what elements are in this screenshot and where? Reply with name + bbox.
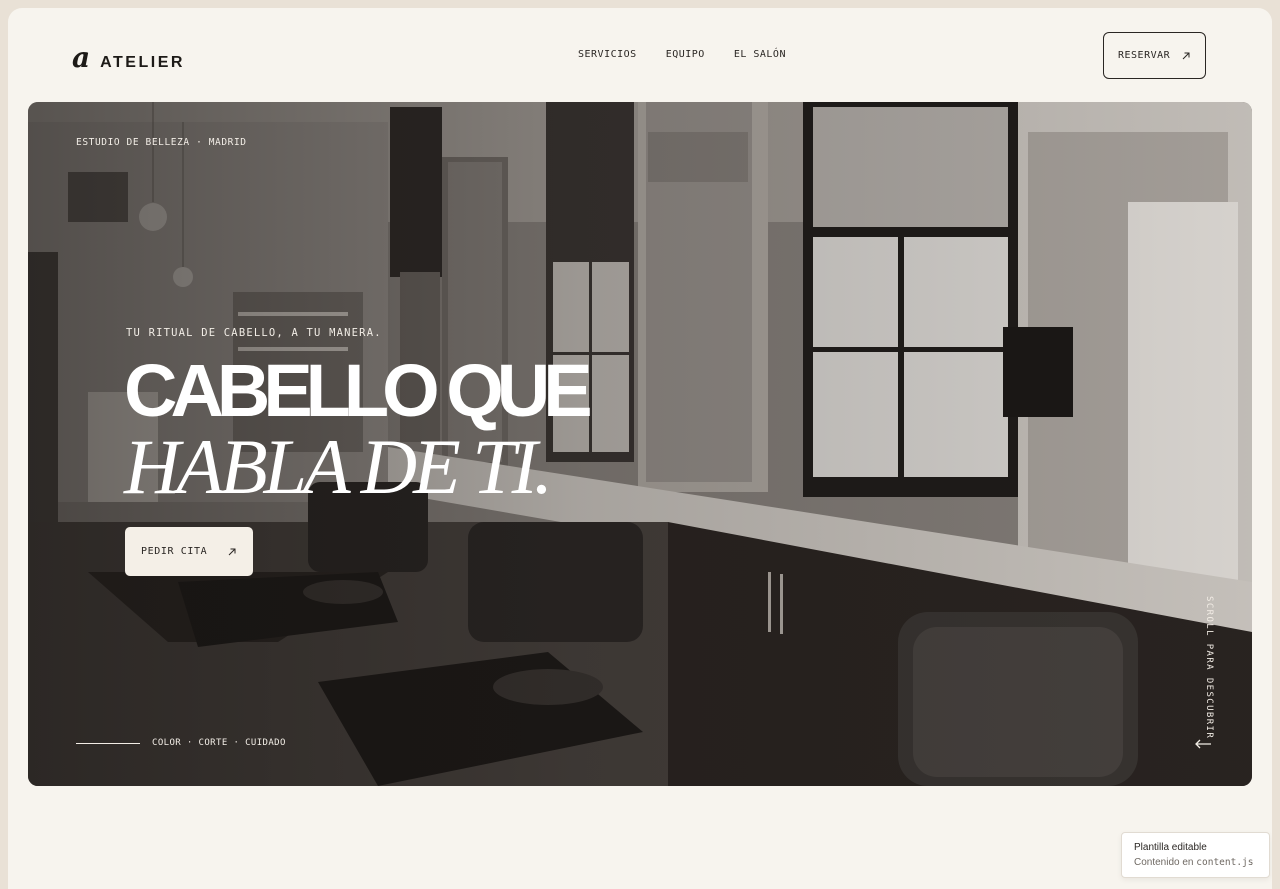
reserve-button-label: RESERVAR — [1118, 50, 1171, 61]
nav-item-el-salon[interactable]: EL SALÓN — [734, 49, 786, 60]
toast-text: Contenido en — [1134, 857, 1197, 868]
logo-text: ATELIER — [100, 54, 185, 71]
book-appointment-label: PEDIR CITA — [141, 546, 208, 557]
arrow-up-right-icon — [1182, 52, 1190, 59]
hero: ESTUDIO DE BELLEZA · MADRID TU RITUAL DE… — [28, 102, 1252, 786]
hero-tagline: TU RITUAL DE CABELLO, A TU MANERA. — [126, 327, 382, 339]
hero-headline-line1: CABELLO QUE — [124, 349, 593, 432]
nav-item-servicios[interactable]: SERVICIOS — [578, 49, 637, 60]
brand-logo[interactable]: a ATELIER — [72, 44, 185, 72]
hero-services-text: COLOR · CORTE · CUIDADO — [152, 738, 286, 748]
hero-services-line: COLOR · CORTE · CUIDADO — [76, 738, 286, 748]
toast-code: content.js — [1196, 857, 1254, 868]
toast-title: Plantilla editable — [1134, 842, 1207, 853]
hero-headline-line2: HABLA DE TI. — [124, 423, 553, 510]
book-appointment-button[interactable]: PEDIR CITA — [125, 527, 253, 576]
editable-template-toast: Plantilla editable Contenido en content.… — [1121, 832, 1270, 878]
hero-kicker: ESTUDIO DE BELLEZA · MADRID — [76, 137, 247, 148]
nav-item-equipo[interactable]: EQUIPO — [666, 49, 705, 60]
reserve-button[interactable]: RESERVAR — [1103, 32, 1206, 79]
divider-line — [76, 742, 140, 744]
arrow-up-right-icon — [228, 548, 236, 555]
arrow-left-icon[interactable] — [1194, 738, 1212, 750]
page: a ATELIER SERVICIOS EQUIPO EL SALÓN RESE… — [8, 8, 1272, 889]
scroll-hint[interactable]: SCROLL PARA DESCUBRIR — [1204, 596, 1214, 739]
logo-mark: a — [72, 41, 91, 74]
main-nav: SERVICIOS EQUIPO EL SALÓN — [578, 49, 786, 60]
toast-subtitle: Contenido en content.js — [1134, 857, 1257, 868]
